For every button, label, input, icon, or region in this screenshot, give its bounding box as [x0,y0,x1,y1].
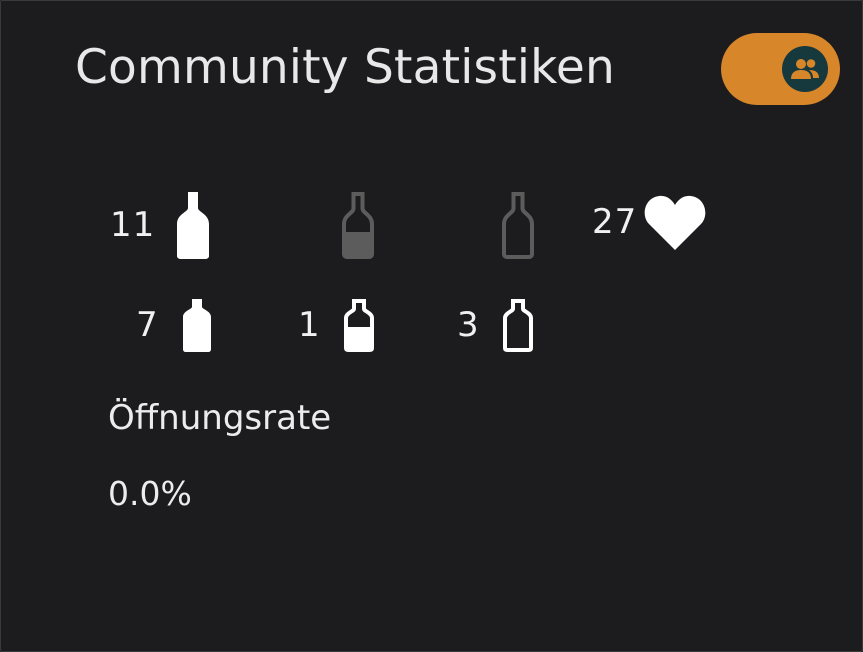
bottle-empty-icon [502,192,534,259]
stat-full-sample: 7 [136,297,215,353]
stat-empty-bottle [498,190,538,260]
bottle-half-icon [342,192,374,259]
opening-rate-value: 0.0% [108,474,192,513]
stat-half-bottle [338,190,378,260]
empty-sample-count: 3 [457,305,480,345]
likes-count: 27 [592,202,638,242]
community-toggle[interactable] [721,33,840,105]
full-sample-count: 7 [136,305,159,345]
stat-full-bottle: 11 [110,190,213,260]
sample-half-icon [343,299,374,352]
toggle-knob[interactable] [782,46,828,92]
group-icon [791,59,819,79]
sample-full-icon [182,299,211,352]
stat-half-sample: 1 [298,297,377,353]
half-sample-count: 1 [298,305,321,345]
page-title: Community Statistiken [75,40,615,95]
heart-icon [644,195,706,250]
opening-rate-label: Öffnungsrate [108,398,332,438]
stat-empty-sample: 3 [457,297,536,353]
bottle-full-icon [177,192,210,259]
stat-likes: 27 [592,192,707,252]
full-bottle-count: 11 [110,205,156,245]
sample-empty-icon [502,299,533,352]
